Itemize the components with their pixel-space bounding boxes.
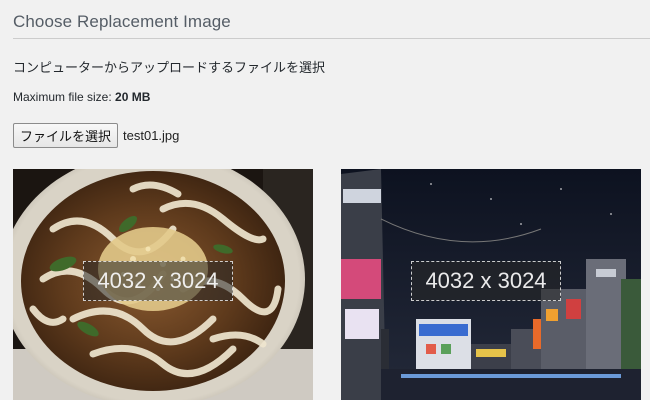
max-file-size: Maximum file size: 20 MB: [13, 90, 150, 104]
max-file-size-label: Maximum file size:: [13, 90, 112, 104]
image-dimensions-label: 4032 x 3024: [83, 261, 233, 301]
preview-current-image: 4032 x 3024: [13, 169, 313, 400]
image-dimensions-label: 4032 x 3024: [411, 261, 561, 301]
choose-file-button[interactable]: ファイルを選択: [13, 122, 119, 148]
file-picker: ファイルを選択 test01.jpg: [13, 122, 179, 148]
page-title: Choose Replacement Image: [13, 12, 231, 31]
max-file-size-value: 20 MB: [115, 90, 151, 104]
upload-instruction: コンピューターからアップロードするファイルを選択: [13, 60, 326, 75]
chosen-file-name: test01.jpg: [123, 127, 180, 143]
preview-new-image: 4032 x 3024: [341, 169, 641, 400]
title-divider: [13, 38, 650, 39]
